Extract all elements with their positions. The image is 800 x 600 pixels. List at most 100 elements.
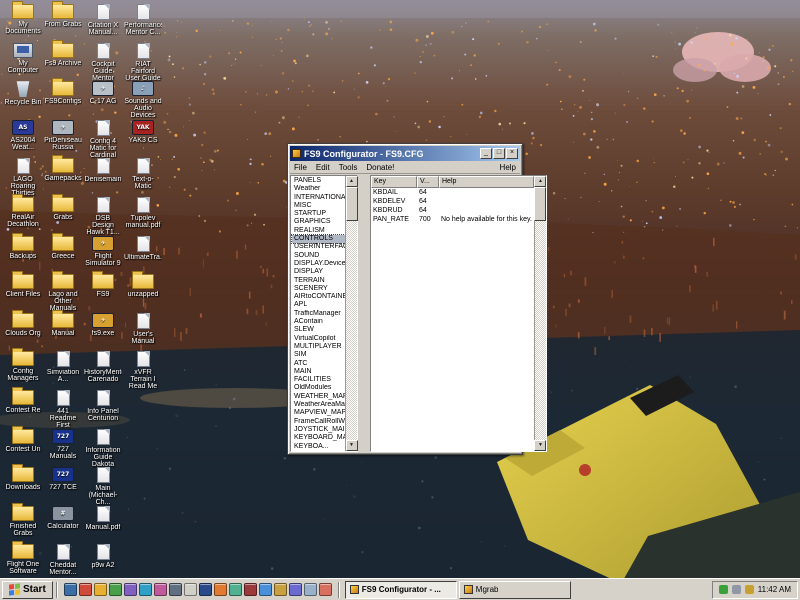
section-item-scenery[interactable]: SCENERY (292, 285, 345, 293)
column-header-help[interactable]: Help (439, 176, 534, 188)
desktop-icon-cheddat-mentor[interactable]: Cheddat Mentor... (44, 544, 82, 576)
volume-icon[interactable] (732, 585, 741, 594)
section-item-mapview-map[interactable]: MAPVIEW_MAP (292, 409, 345, 417)
quick-launch-icon-5[interactable] (124, 583, 137, 596)
section-item-misc[interactable]: MISC (292, 202, 345, 210)
quick-launch-icon-6[interactable] (139, 583, 152, 596)
quick-launch-icon-17[interactable] (304, 583, 317, 596)
section-item-controls[interactable]: CONTROLS (292, 235, 345, 243)
quick-launch-icon-3[interactable] (94, 583, 107, 596)
desktop-icon-greece[interactable]: Greece (44, 236, 82, 260)
table-row[interactable]: KBDAIL64 (371, 188, 534, 197)
quick-launch-icon-11[interactable] (214, 583, 227, 596)
section-item-terrain[interactable]: TERRAIN (292, 277, 345, 285)
quick-launch-icon-13[interactable] (244, 583, 257, 596)
quick-launch-icon-8[interactable] (169, 583, 182, 596)
desktop-icon-fs9configs[interactable]: FS9Configs (44, 81, 82, 105)
desktop-icon-c-17-ag[interactable]: ✈C-17 AG (84, 81, 122, 105)
table-scrollbar[interactable]: ▲ ▼ (534, 176, 546, 451)
desktop-icon-tupolev-manual-pdf[interactable]: Tupolev manual.pdf (124, 197, 162, 229)
desktop-icon-lago-and-other-manuals[interactable]: Lago and Other Manuals (44, 274, 82, 312)
column-header-key[interactable]: Key (371, 176, 417, 188)
section-item-graphics[interactable]: GRAPHICS (292, 218, 345, 226)
section-item-display[interactable]: DISPLAY (292, 268, 345, 276)
taskbar-task-mgrab[interactable]: Mgrab (459, 581, 571, 599)
desktop-icon-fs9[interactable]: FS9 (84, 274, 122, 298)
section-item-framecallrollwarn[interactable]: FrameCallRollWarn (292, 418, 345, 426)
desktop-icon-grabs[interactable]: Grabs (44, 197, 82, 221)
quick-launch-icon-18[interactable] (319, 583, 332, 596)
desktop-icon-recycle-bin[interactable]: Recycle Bin (4, 81, 42, 106)
section-item-display-device-nvidi[interactable]: DISPLAY.Device.NVIDI (292, 260, 345, 268)
section-item-panels[interactable]: PANELS (292, 177, 345, 185)
menu-file[interactable]: File (294, 163, 307, 172)
desktop-icon-fs9-archive[interactable]: Fs9 Archive (44, 43, 82, 67)
desktop-icon-citation-x-manual[interactable]: Citation X Manual... (84, 4, 122, 36)
desktop-icon-riat-fairford-user-guide[interactable]: RIAT Fairford User Guide (124, 43, 162, 82)
desktop-icon-yak3-cs[interactable]: YAKYAK3 CS (124, 120, 162, 144)
section-item-multiplayer[interactable]: MULTIPLAYER (292, 343, 345, 351)
desktop-icon-simviation-a[interactable]: Simviation A... (44, 351, 82, 383)
section-item-oldmodules[interactable]: OldModules (292, 384, 345, 392)
section-item-slew[interactable]: SLEW (292, 326, 345, 334)
section-item-keyboa[interactable]: KEYBOA... (292, 443, 345, 451)
scroll-thumb[interactable] (346, 187, 358, 221)
scroll-down-icon[interactable]: ▼ (534, 440, 546, 451)
desktop-icon-user-s-manual[interactable]: User's Manual (124, 313, 162, 345)
desktop-icon-performance-mentor-c[interactable]: Performance Mentor C... (124, 4, 162, 36)
section-item-main[interactable]: MAIN (292, 368, 345, 376)
section-item-realism[interactable]: REALISM (292, 227, 345, 235)
desktop-icon-config-4-matic-for-cardinal[interactable]: Config 4 Matic for Cardinal (84, 120, 122, 159)
table-row[interactable]: PAN_RATE700No help available for this ke… (371, 215, 534, 224)
desktop-icon-clouds-org[interactable]: Clouds Org (4, 313, 42, 337)
table-row[interactable]: KBDRUD64 (371, 206, 534, 215)
desktop-icon-cockpit-guide-mentor-ca[interactable]: Cockpit Guide Mentor Ca... (84, 43, 122, 82)
maximize-button[interactable]: □ (493, 148, 505, 159)
desktop-icon-ultimatetra[interactable]: UltimateTra... (124, 236, 162, 261)
section-item-international[interactable]: INTERNATIONAL (292, 194, 345, 202)
column-header-value[interactable]: V... (417, 176, 439, 188)
close-button[interactable]: × (506, 148, 518, 159)
desktop-icon-my-computer[interactable]: My Computer (4, 43, 42, 74)
menu-tools[interactable]: Tools (339, 163, 358, 172)
section-item-trafficmanager[interactable]: TrafficManager (292, 310, 345, 318)
section-list-scrollbar[interactable]: ▲ ▼ (345, 176, 357, 451)
desktop-icon-information-guide-dakota[interactable]: Information Guide Dakota (84, 429, 122, 468)
tray-icon-3[interactable] (745, 585, 754, 594)
desktop-icon-p9w-a2[interactable]: p9w A2 (84, 544, 122, 569)
desktop-icon-from-grabs[interactable]: From Grabs (44, 4, 82, 28)
taskbar-task-fs9-configurator[interactable]: FS9 Configurator - ... (345, 581, 457, 599)
quick-launch-icon-16[interactable] (289, 583, 302, 596)
desktop-icon-historymentor-carenado[interactable]: HistoryMentor Carenado (84, 351, 122, 383)
desktop-icon-dsb-design-hawk-t1[interactable]: DSB Design Hawk T1... (84, 197, 122, 236)
section-item-apl[interactable]: APL (292, 301, 345, 309)
desktop-icon-pitdeniseau-russia[interactable]: ✈PitDeniseau Russia (44, 120, 82, 151)
section-item-acontain[interactable]: AContain (292, 318, 345, 326)
quick-launch-icon-9[interactable] (184, 583, 197, 596)
desktop-icon-config-managers[interactable]: Config Managers (4, 351, 42, 382)
section-item-sim[interactable]: SIM (292, 351, 345, 359)
section-item-keyboard-main[interactable]: KEYBOARD_MAIN (292, 434, 345, 442)
minimize-button[interactable]: _ (480, 148, 492, 159)
table-row[interactable]: KBDELEV64 (371, 197, 534, 206)
section-item-virtualcopilot[interactable]: VirtualCopilot (292, 335, 345, 343)
start-button[interactable]: Start (2, 581, 53, 599)
desktop-icon-flight-one-software[interactable]: Flight One Software (4, 544, 42, 575)
menu-edit[interactable]: Edit (316, 163, 330, 172)
desktop-icon-as2004-weat[interactable]: ASAS2004 Weat... (4, 120, 42, 151)
menu-donate[interactable]: Donate! (366, 163, 394, 172)
desktop-icon-text-o-matic[interactable]: Text-o-Matic (124, 158, 162, 190)
scroll-thumb[interactable] (534, 187, 546, 221)
desktop-icon-downloads[interactable]: Downloads (4, 467, 42, 491)
section-item-weather[interactable]: Weather (292, 185, 345, 193)
desktop-icon-sounds-and-audio-devices[interactable]: ♪Sounds and Audio Devices (124, 81, 162, 119)
section-item-startup[interactable]: STARTUP (292, 210, 345, 218)
quick-launch-icon-4[interactable] (109, 583, 122, 596)
desktop-icon-unzapped[interactable]: unzapped (124, 274, 162, 298)
quick-launch-icon-10[interactable] (199, 583, 212, 596)
desktop-icon-main-michael-ch[interactable]: Main (Michael-Ch... (84, 467, 122, 506)
desktop-icon-contest-re[interactable]: Contest Re (4, 390, 42, 414)
section-item-userinterface[interactable]: USERINTERFACE (292, 243, 345, 251)
section-item-joystick-main-d93[interactable]: JOYSTICK_MAIN [D93 (292, 426, 345, 434)
desktop-icon-727-manuals[interactable]: 727727 Manuals (44, 429, 82, 460)
